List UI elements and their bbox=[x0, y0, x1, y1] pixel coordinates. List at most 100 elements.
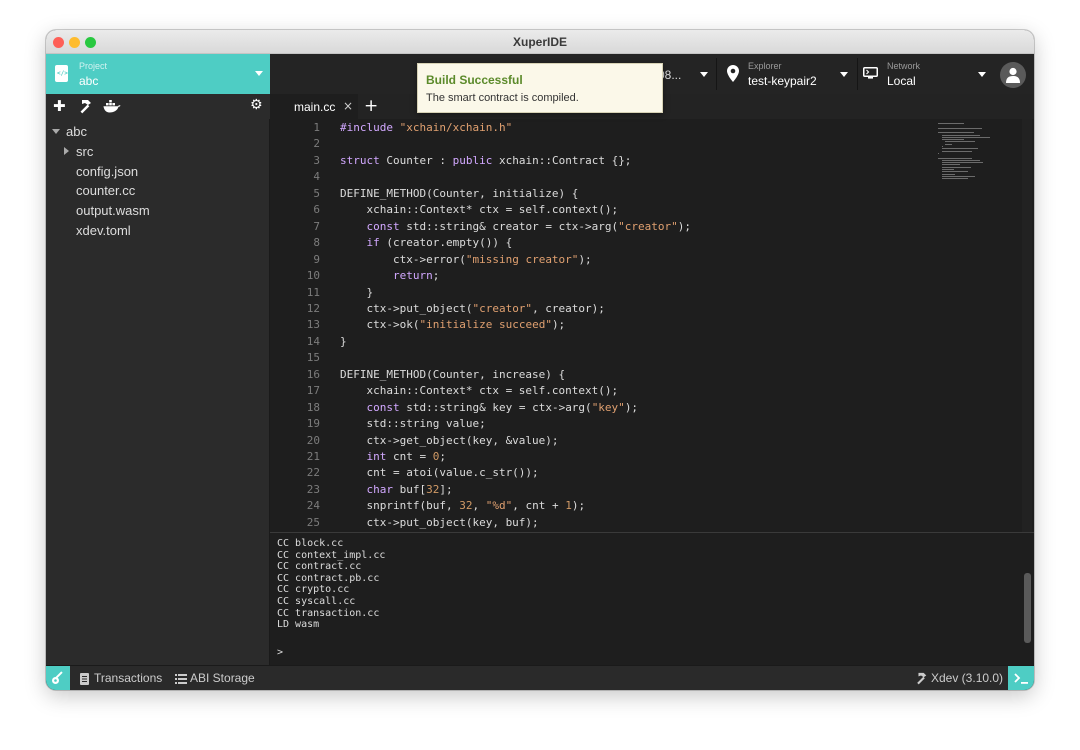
explorer-selector[interactable]: Explorer test-keypair2 bbox=[717, 54, 857, 94]
gear-icon[interactable]: ⚙ bbox=[250, 97, 263, 114]
line-number: 12 bbox=[306, 301, 320, 315]
user-avatar-icon[interactable] bbox=[1000, 62, 1026, 88]
xdev-version[interactable]: Xdev (3.10.0) bbox=[931, 671, 1003, 685]
minimap-line bbox=[938, 152, 939, 154]
tree-item-label: counter.cc bbox=[76, 183, 136, 199]
terminal-prompt[interactable]: > bbox=[277, 647, 283, 658]
toast-title: Build Successful bbox=[426, 73, 523, 87]
network-value: Local bbox=[887, 74, 916, 88]
code-text: const std::string& creator = ctx->arg("c… bbox=[366, 219, 692, 233]
file-item[interactable]: xdev.toml bbox=[46, 221, 270, 241]
sidebar-toolbar: ✚ ⚙ bbox=[46, 94, 270, 119]
hammer-icon[interactable] bbox=[78, 99, 93, 114]
tab-main-cc[interactable]: main.cc × bbox=[270, 94, 358, 119]
minimap[interactable] bbox=[938, 123, 1000, 187]
editor-scrollbar[interactable] bbox=[1022, 119, 1032, 532]
docker-whale-icon[interactable] bbox=[103, 100, 121, 113]
minimap-line bbox=[941, 166, 971, 168]
chevron-down-icon[interactable] bbox=[700, 72, 708, 77]
minimap-line bbox=[941, 136, 990, 138]
minimap-line bbox=[941, 178, 968, 180]
abi-storage-tab[interactable]: ABI Storage bbox=[190, 671, 255, 685]
line-number: 9 bbox=[313, 252, 320, 266]
minimap-line bbox=[938, 157, 972, 159]
chevron-down-icon[interactable] bbox=[52, 129, 60, 134]
hammer-icon bbox=[917, 672, 927, 685]
code-text: #include "xchain/xchain.h" bbox=[340, 121, 513, 134]
file-item[interactable]: counter.cc bbox=[46, 181, 270, 201]
code-area[interactable]: 1 #include "xchain/xchain.h" 2 3 struct Coun… bbox=[270, 119, 1034, 532]
terminal-line: CC contract.pb.cc bbox=[277, 572, 380, 584]
file-item[interactable]: config.json bbox=[46, 162, 270, 182]
code-text: int cnt = 0; bbox=[366, 450, 446, 463]
line-number: 3 bbox=[313, 153, 320, 167]
terminal-panel[interactable]: CC block.cc CC context_impl.cc CC contract… bbox=[270, 532, 1034, 665]
line-number: 7 bbox=[313, 219, 320, 233]
project-name: abc bbox=[79, 74, 99, 88]
list-icon bbox=[175, 674, 187, 684]
minimap-line bbox=[941, 175, 975, 177]
code-text: xchain::Context* ctx = self.context(); bbox=[340, 203, 619, 217]
minimap-line bbox=[941, 146, 943, 147]
code-text: ctx->put_object("creator", creator); bbox=[340, 301, 605, 315]
line-number: 1 bbox=[313, 121, 320, 134]
minimap-line bbox=[945, 143, 953, 145]
tree-item-label: src bbox=[76, 143, 94, 159]
network-selector[interactable]: Network Local bbox=[858, 54, 996, 94]
folder-item[interactable]: abc bbox=[46, 122, 270, 142]
code-text: const std::string& key = ctx->arg("key")… bbox=[366, 400, 639, 414]
line-number: 2 bbox=[313, 137, 320, 151]
document-list-icon bbox=[80, 673, 89, 685]
line-number: 16 bbox=[306, 367, 320, 381]
minimap-line bbox=[941, 139, 964, 141]
terminal-scrollbar[interactable] bbox=[1024, 573, 1031, 643]
window-title: XuperIDE bbox=[512, 35, 567, 49]
key-icon bbox=[52, 671, 63, 684]
minimap-line bbox=[941, 169, 954, 170]
line-number: 13 bbox=[306, 318, 320, 332]
terminal-icon bbox=[1014, 673, 1028, 684]
terminal-toggle-button[interactable] bbox=[1008, 666, 1034, 690]
file-explorer-sidebar: ✚ ⚙ abc src config.json counter.cc output.wa… bbox=[46, 94, 270, 665]
terminal-line: CC syscall.cc bbox=[277, 595, 356, 607]
line-number: 11 bbox=[306, 285, 320, 299]
code-text: DEFINE_METHOD(Counter, initialize) { bbox=[340, 186, 579, 200]
line-number: 17 bbox=[306, 384, 320, 398]
line-number: 24 bbox=[306, 499, 320, 513]
file-item[interactable]: output.wasm bbox=[46, 201, 270, 221]
app-window: XuperIDE </> Project abc 08... Explorer … bbox=[46, 30, 1034, 690]
code-text: DEFINE_METHOD(Counter, increase) { bbox=[340, 367, 566, 381]
toast-message: The smart contract is compiled. bbox=[426, 92, 579, 104]
terminal-line: CC contract.cc bbox=[277, 561, 362, 573]
minimap-line bbox=[941, 171, 968, 173]
code-text: char buf[32]; bbox=[366, 482, 453, 496]
close-icon[interactable]: × bbox=[343, 99, 353, 113]
terminal-line: CC transaction.cc bbox=[277, 607, 380, 619]
explorer-value: test-keypair2 bbox=[748, 74, 817, 88]
folder-item[interactable]: src bbox=[46, 142, 270, 162]
minimap-line bbox=[941, 148, 978, 150]
key-button[interactable] bbox=[46, 666, 70, 690]
file-code-icon: </> bbox=[55, 65, 68, 82]
code-text: cnt = atoi(value.c_str()); bbox=[340, 466, 539, 480]
line-number: 6 bbox=[313, 203, 320, 217]
minimap-line bbox=[938, 132, 974, 134]
project-selector[interactable]: </> Project abc bbox=[46, 54, 270, 94]
build-success-toast[interactable]: Build Successful The smart contract is c… bbox=[417, 63, 663, 113]
line-number: 22 bbox=[306, 466, 320, 480]
chevron-down-icon bbox=[840, 72, 848, 77]
transactions-tab[interactable]: Transactions bbox=[94, 671, 162, 685]
chevron-right-icon[interactable] bbox=[64, 146, 69, 155]
code-text: ctx->put_object(key, buf); bbox=[340, 515, 539, 529]
code-editor: main.cc × + 1 #include "xchain/xchain.h" 2… bbox=[270, 94, 1034, 532]
add-tab-button[interactable]: + bbox=[364, 96, 378, 116]
minimap-line bbox=[945, 141, 976, 143]
tree-item-label: config.json bbox=[76, 163, 139, 179]
minimap-line bbox=[941, 164, 960, 166]
minimap-line bbox=[941, 150, 972, 152]
line-number: 20 bbox=[306, 433, 320, 447]
add-icon[interactable]: ✚ bbox=[53, 98, 66, 115]
terminal-output: CC block.cc CC context_impl.cc CC contract… bbox=[277, 538, 385, 631]
line-number: 5 bbox=[313, 186, 320, 200]
code-text: ctx->get_object(key, &value); bbox=[340, 433, 559, 447]
